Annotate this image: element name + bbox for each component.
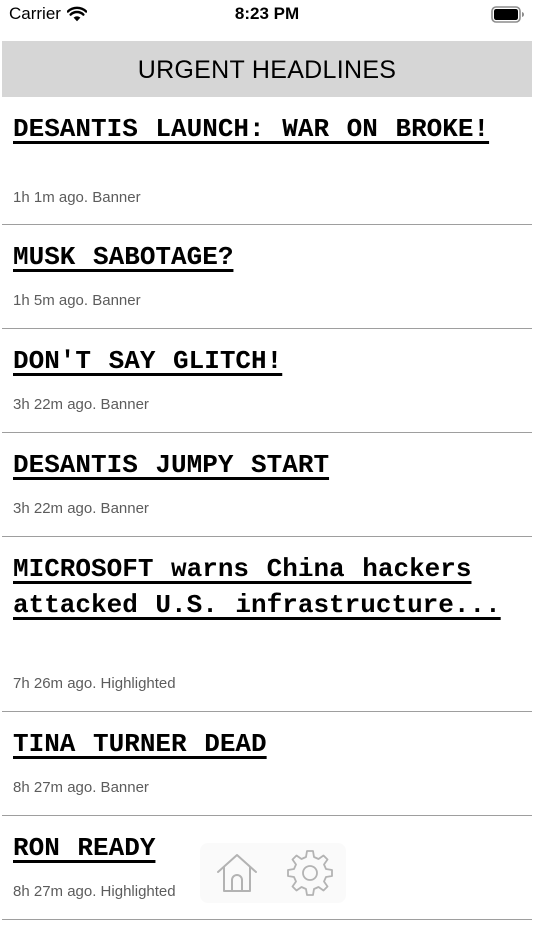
home-icon [214,850,260,896]
headline-meta: 1h 1m ago. Banner [13,189,141,206]
headline-row[interactable]: DESANTIS LAUNCH: WAR ON BROKE! 1h 1m ago… [2,97,532,225]
headline-row[interactable]: MUSK SABOTAGE? 1h 5m ago. Banner [2,225,532,329]
headline-list: DESANTIS LAUNCH: WAR ON BROKE! 1h 1m ago… [2,97,532,920]
headline-meta: 1h 5m ago. Banner [13,292,141,309]
settings-tab-button[interactable] [282,845,338,901]
page-header: URGENT HEADLINES [2,41,532,97]
status-time: 8:23 PM [234,4,300,23]
battery-full-icon [491,6,525,23]
headline-link[interactable]: MICROSOFT warns China hackers attacked U… [13,551,518,623]
home-tab-button[interactable] [209,845,265,901]
headline-link[interactable]: TINA TURNER DEAD [13,726,518,762]
floating-tab-bar [200,843,346,903]
status-bar: Carrier 8:23 PM [0,0,534,30]
headline-meta: 3h 22m ago. Banner [13,396,149,413]
headline-row[interactable]: TINA TURNER DEAD 8h 27m ago. Banner [2,712,532,816]
headline-link[interactable]: MUSK SABOTAGE? [13,239,518,275]
headline-row[interactable]: DON'T SAY GLITCH! 3h 22m ago. Banner [2,329,532,433]
headline-link[interactable]: DESANTIS LAUNCH: WAR ON BROKE! [13,111,518,147]
headline-row[interactable]: DESANTIS JUMPY START 3h 22m ago. Banner [2,433,532,537]
headline-row[interactable]: MICROSOFT warns China hackers attacked U… [2,537,532,712]
headline-meta: 8h 27m ago. Highlighted [13,883,176,900]
headline-link[interactable]: DON'T SAY GLITCH! [13,343,518,379]
headline-link[interactable]: DESANTIS JUMPY START [13,447,518,483]
headline-meta: 7h 26m ago. Highlighted [13,675,176,692]
page-title: URGENT HEADLINES [137,56,397,84]
headline-meta: 3h 22m ago. Banner [13,500,149,517]
gear-icon [286,849,334,897]
headline-meta: 8h 27m ago. Banner [13,779,149,796]
